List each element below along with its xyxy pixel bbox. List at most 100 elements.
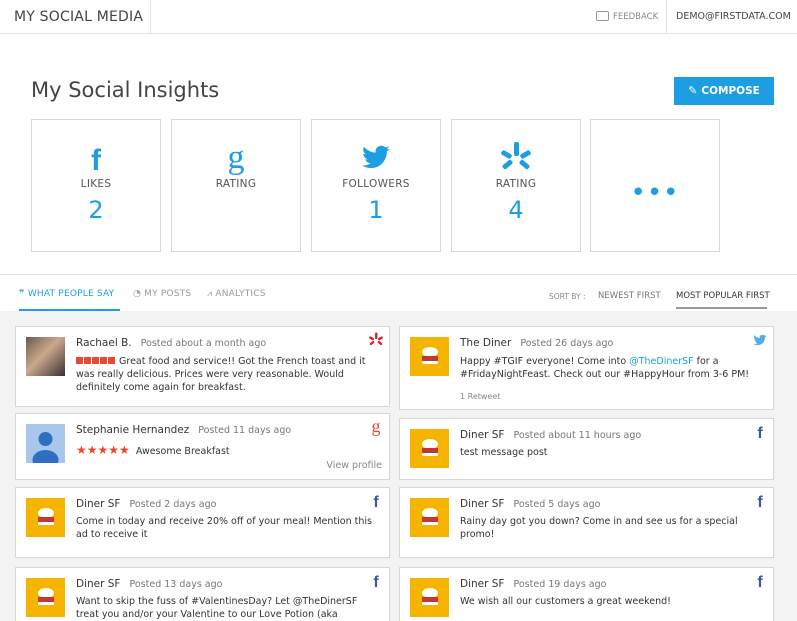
post-time: Posted 19 days ago [513, 579, 607, 590]
facebook-icon: f [753, 424, 767, 442]
twitter-icon [312, 142, 440, 174]
post-body: ★★★★★ Awesome Breakfast [76, 444, 373, 458]
post-time: Posted about 11 hours ago [513, 430, 642, 441]
post-header: Diner SF Posted 2 days ago [76, 498, 216, 510]
rss-icon: ◔ [133, 289, 145, 299]
svg-text:f: f [91, 144, 102, 174]
author-name: Diner SF [76, 578, 121, 590]
app-title[interactable]: MY SOCIAL MEDIA [0, 0, 151, 34]
google-icon: g [172, 139, 300, 176]
svg-text:g: g [228, 142, 245, 176]
card-label: RATING [215, 178, 257, 190]
post-header: Diner SF Posted 5 days ago [460, 498, 600, 510]
author-name: Stephanie Hernandez [76, 424, 190, 436]
tab-analytics[interactable]: ⩘ ANALYTICS [207, 289, 266, 299]
post-header: Stephanie Hernandez Posted 11 days ago [76, 424, 291, 436]
post-header: Diner SF Posted about 11 hours ago [460, 429, 641, 441]
diner-logo [410, 498, 449, 537]
post-header: Diner SF Posted 19 days ago [460, 578, 606, 590]
yelp-icon [452, 142, 580, 174]
card-value: 2 [88, 196, 104, 224]
diner-logo [410, 578, 449, 617]
post-card[interactable]: The Diner Posted 26 days ago Happy #TGIF … [399, 326, 774, 410]
svg-text:f: f [757, 574, 763, 589]
post-time: Posted 26 days ago [520, 338, 614, 349]
insight-card-google[interactable]: g RATING [171, 119, 301, 252]
post-text: Great food and service!! Got the French … [76, 356, 366, 393]
diner-logo [26, 498, 65, 537]
post-time: Posted 5 days ago [513, 499, 601, 510]
view-profile-link[interactable]: View profile [326, 460, 382, 471]
facebook-icon: f [369, 493, 383, 511]
tab-label: ANALYTICS [215, 289, 266, 299]
tab-my-posts[interactable]: ◔ MY POSTS [133, 289, 191, 299]
svg-text:f: f [757, 425, 763, 440]
post-card[interactable]: Diner SF Posted about 11 hours ago test m… [399, 418, 774, 480]
google-icon: g [369, 416, 383, 436]
mention-link[interactable]: @TheDinerSF [629, 356, 693, 367]
post-card[interactable]: Diner SF Posted 5 days ago Rainy day got … [399, 487, 774, 558]
author-name: Rachael B. [76, 337, 132, 349]
facebook-icon: f [753, 493, 767, 511]
author-name: Diner SF [460, 498, 505, 510]
rating-stars [76, 356, 116, 367]
post-text: We wish all our customers a great weeken… [460, 596, 671, 607]
author-name: Diner SF [76, 498, 121, 510]
feed-tabs: ❞ WHAT PEOPLE SAY ◔ MY POSTS ⩘ ANALYTICS… [0, 274, 797, 311]
post-header: Rachael B. Posted about a month ago [76, 337, 266, 349]
review-card[interactable]: Stephanie Hernandez Posted 11 days ago ★★… [15, 413, 390, 480]
diner-logo [26, 578, 65, 617]
svg-text:g: g [372, 419, 381, 436]
author-name: Diner SF [460, 429, 505, 441]
insight-card-facebook[interactable]: f LIKES 2 [31, 119, 161, 252]
post-card[interactable]: Diner SF Posted 13 days ago Want to skip … [15, 567, 390, 621]
avatar [26, 337, 65, 376]
compose-button[interactable]: ✎ COMPOSE [674, 77, 774, 105]
card-value: 1 [368, 196, 384, 224]
author-name: Diner SF [460, 578, 505, 590]
post-text: Come in today and receive 20% off of you… [76, 516, 372, 540]
retweet-count: 1 Retweet [460, 392, 501, 401]
diner-logo [410, 429, 449, 468]
facebook-icon: f [369, 573, 383, 591]
post-time: Posted 13 days ago [129, 579, 223, 590]
post-text: Want to skip the fuss of #ValentinesDay?… [76, 596, 358, 620]
tab-what-people-say[interactable]: ❞ WHAT PEOPLE SAY [19, 289, 114, 299]
post-text: test message post [460, 447, 548, 458]
facebook-icon: f [753, 573, 767, 591]
svg-text:f: f [757, 494, 763, 509]
post-text: Awesome Breakfast [135, 446, 230, 457]
quote-icon: ❞ [19, 289, 28, 299]
card-label: FOLLOWERS [342, 178, 410, 190]
pencil-icon: ✎ [688, 84, 698, 97]
feed: Rachael B. Posted about a month ago Great… [0, 311, 797, 621]
card-value: 4 [508, 196, 524, 224]
user-menu[interactable]: DEMO@FIRSTDATA.COM [666, 0, 797, 34]
sort-by-label: SORT BY : [549, 292, 586, 301]
insight-card-more[interactable]: ••• [590, 119, 720, 252]
post-card[interactable]: Diner SF Posted 19 days ago We wish all o… [399, 567, 774, 621]
post-text: Happy #TGIF everyone! Come into [460, 356, 630, 367]
author-name: The Diner [460, 337, 512, 349]
diner-logo [410, 337, 449, 376]
twitter-icon [753, 332, 767, 348]
post-body: Happy #TGIF everyone! Come into @TheDine… [460, 355, 757, 381]
tab-label: MY POSTS [144, 289, 192, 299]
sort-most-popular-first[interactable]: MOST POPULAR FIRST [676, 291, 770, 301]
post-header: Diner SF Posted 13 days ago [76, 578, 222, 590]
feedback-icon [596, 10, 609, 21]
facebook-icon: f [32, 142, 160, 177]
feedback-link[interactable]: FEEDBACK [596, 0, 658, 34]
post-card[interactable]: Diner SF Posted 2 days ago Come in today … [15, 487, 390, 558]
post-body: Great food and service!! Got the French … [76, 355, 373, 394]
svg-text:f: f [373, 494, 379, 509]
post-text: Rainy day got you down? Come in and see … [460, 516, 738, 540]
post-header: The Diner Posted 26 days ago [460, 337, 613, 349]
avatar [26, 424, 65, 463]
insight-card-yelp[interactable]: RATING 4 [451, 119, 581, 252]
review-card[interactable]: Rachael B. Posted about a month ago Great… [15, 326, 390, 407]
sort-newest-first[interactable]: NEWEST FIRST [598, 291, 661, 301]
insight-card-twitter[interactable]: FOLLOWERS 1 [311, 119, 441, 252]
post-time: Posted 11 days ago [198, 425, 292, 436]
more-icon: ••• [630, 178, 680, 208]
